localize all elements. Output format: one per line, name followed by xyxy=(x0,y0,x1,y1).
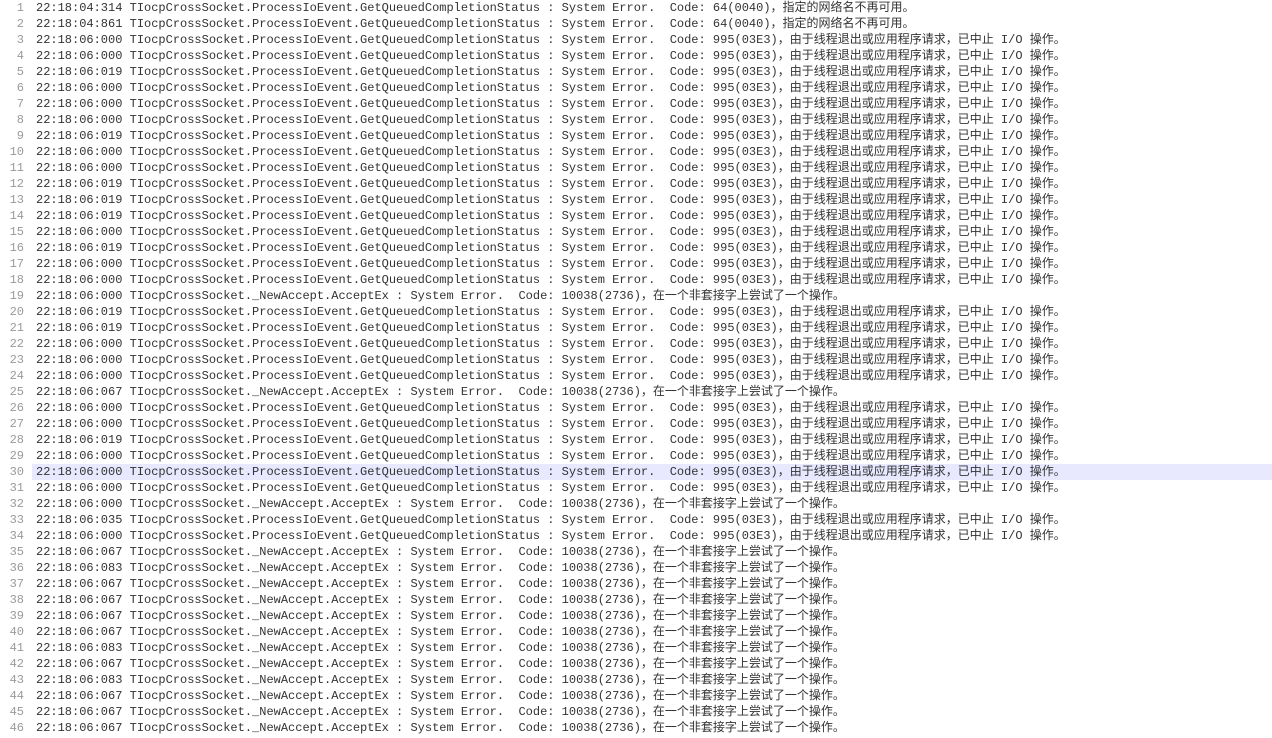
line-number: 17 xyxy=(4,256,24,272)
line-number: 4 xyxy=(4,48,24,64)
log-line[interactable]: 22:18:06:067 TIocpCrossSocket._NewAccept… xyxy=(32,704,1272,720)
log-line[interactable]: 22:18:06:019 TIocpCrossSocket.ProcessIoE… xyxy=(32,320,1272,336)
line-number: 6 xyxy=(4,80,24,96)
log-line[interactable]: 22:18:06:083 TIocpCrossSocket._NewAccept… xyxy=(32,640,1272,656)
log-line[interactable]: 22:18:06:067 TIocpCrossSocket._NewAccept… xyxy=(32,592,1272,608)
log-line[interactable]: 22:18:06:000 TIocpCrossSocket.ProcessIoE… xyxy=(32,160,1272,176)
log-line[interactable]: 22:18:06:019 TIocpCrossSocket.ProcessIoE… xyxy=(32,432,1272,448)
line-number: 5 xyxy=(4,64,24,80)
line-number: 16 xyxy=(4,240,24,256)
log-line[interactable]: 22:18:06:067 TIocpCrossSocket._NewAccept… xyxy=(32,576,1272,592)
line-number: 33 xyxy=(4,512,24,528)
line-number: 34 xyxy=(4,528,24,544)
line-number: 25 xyxy=(4,384,24,400)
log-line[interactable]: 22:18:06:035 TIocpCrossSocket.ProcessIoE… xyxy=(32,512,1272,528)
log-line[interactable]: 22:18:06:000 TIocpCrossSocket.ProcessIoE… xyxy=(32,480,1272,496)
log-line[interactable]: 22:18:06:000 TIocpCrossSocket.ProcessIoE… xyxy=(32,464,1272,480)
line-number: 39 xyxy=(4,608,24,624)
line-number-gutter: 1234567891011121314151617181920212223242… xyxy=(0,0,32,736)
log-line[interactable]: 22:18:06:000 TIocpCrossSocket.ProcessIoE… xyxy=(32,144,1272,160)
log-editor[interactable]: 1234567891011121314151617181920212223242… xyxy=(0,0,1272,736)
line-number: 28 xyxy=(4,432,24,448)
log-line[interactable]: 22:18:06:000 TIocpCrossSocket.ProcessIoE… xyxy=(32,400,1272,416)
log-line[interactable]: 22:18:06:000 TIocpCrossSocket.ProcessIoE… xyxy=(32,256,1272,272)
line-number: 29 xyxy=(4,448,24,464)
line-number: 30 xyxy=(4,464,24,480)
line-number: 43 xyxy=(4,672,24,688)
line-number: 32 xyxy=(4,496,24,512)
log-line[interactable]: 22:18:04:314 TIocpCrossSocket.ProcessIoE… xyxy=(32,0,1272,16)
line-number: 19 xyxy=(4,288,24,304)
line-number: 21 xyxy=(4,320,24,336)
line-number: 1 xyxy=(4,0,24,16)
log-line[interactable]: 22:18:06:019 TIocpCrossSocket.ProcessIoE… xyxy=(32,128,1272,144)
log-line[interactable]: 22:18:06:000 TIocpCrossSocket.ProcessIoE… xyxy=(32,368,1272,384)
line-number: 20 xyxy=(4,304,24,320)
log-line[interactable]: 22:18:06:000 TIocpCrossSocket._NewAccept… xyxy=(32,496,1272,512)
line-number: 45 xyxy=(4,704,24,720)
line-number: 13 xyxy=(4,192,24,208)
line-number: 22 xyxy=(4,336,24,352)
log-line[interactable]: 22:18:06:000 TIocpCrossSocket.ProcessIoE… xyxy=(32,224,1272,240)
log-line[interactable]: 22:18:06:019 TIocpCrossSocket.ProcessIoE… xyxy=(32,64,1272,80)
log-line[interactable]: 22:18:06:067 TIocpCrossSocket._NewAccept… xyxy=(32,608,1272,624)
log-line[interactable]: 22:18:06:067 TIocpCrossSocket._NewAccept… xyxy=(32,384,1272,400)
log-line[interactable]: 22:18:06:083 TIocpCrossSocket._NewAccept… xyxy=(32,560,1272,576)
line-number: 41 xyxy=(4,640,24,656)
line-number: 40 xyxy=(4,624,24,640)
line-number: 7 xyxy=(4,96,24,112)
log-line[interactable]: 22:18:06:067 TIocpCrossSocket._NewAccept… xyxy=(32,656,1272,672)
log-line[interactable]: 22:18:06:019 TIocpCrossSocket.ProcessIoE… xyxy=(32,192,1272,208)
line-number: 15 xyxy=(4,224,24,240)
log-line[interactable]: 22:18:06:019 TIocpCrossSocket.ProcessIoE… xyxy=(32,176,1272,192)
line-number: 37 xyxy=(4,576,24,592)
line-number: 23 xyxy=(4,352,24,368)
log-line[interactable]: 22:18:06:000 TIocpCrossSocket.ProcessIoE… xyxy=(32,48,1272,64)
log-line[interactable]: 22:18:06:000 TIocpCrossSocket.ProcessIoE… xyxy=(32,96,1272,112)
line-number: 3 xyxy=(4,32,24,48)
line-number: 10 xyxy=(4,144,24,160)
line-number: 31 xyxy=(4,480,24,496)
log-line[interactable]: 22:18:06:000 TIocpCrossSocket.ProcessIoE… xyxy=(32,112,1272,128)
log-line[interactable]: 22:18:06:000 TIocpCrossSocket._NewAccept… xyxy=(32,288,1272,304)
line-number: 2 xyxy=(4,16,24,32)
line-number: 46 xyxy=(4,720,24,736)
log-line[interactable]: 22:18:06:000 TIocpCrossSocket.ProcessIoE… xyxy=(32,272,1272,288)
line-number: 44 xyxy=(4,688,24,704)
log-line[interactable]: 22:18:06:019 TIocpCrossSocket.ProcessIoE… xyxy=(32,208,1272,224)
line-number: 18 xyxy=(4,272,24,288)
line-number: 38 xyxy=(4,592,24,608)
log-line[interactable]: 22:18:06:083 TIocpCrossSocket._NewAccept… xyxy=(32,672,1272,688)
line-number: 11 xyxy=(4,160,24,176)
line-number: 27 xyxy=(4,416,24,432)
line-number: 12 xyxy=(4,176,24,192)
line-number: 8 xyxy=(4,112,24,128)
log-line[interactable]: 22:18:06:000 TIocpCrossSocket.ProcessIoE… xyxy=(32,448,1272,464)
log-line[interactable]: 22:18:06:000 TIocpCrossSocket.ProcessIoE… xyxy=(32,416,1272,432)
log-line[interactable]: 22:18:06:067 TIocpCrossSocket._NewAccept… xyxy=(32,624,1272,640)
log-line[interactable]: 22:18:06:067 TIocpCrossSocket._NewAccept… xyxy=(32,720,1272,736)
log-line[interactable]: 22:18:04:861 TIocpCrossSocket.ProcessIoE… xyxy=(32,16,1272,32)
log-line[interactable]: 22:18:06:000 TIocpCrossSocket.ProcessIoE… xyxy=(32,336,1272,352)
log-lines-container[interactable]: 22:18:04:314 TIocpCrossSocket.ProcessIoE… xyxy=(32,0,1272,736)
line-number: 36 xyxy=(4,560,24,576)
log-line[interactable]: 22:18:06:067 TIocpCrossSocket._NewAccept… xyxy=(32,544,1272,560)
log-line[interactable]: 22:18:06:067 TIocpCrossSocket._NewAccept… xyxy=(32,688,1272,704)
line-number: 42 xyxy=(4,656,24,672)
log-line[interactable]: 22:18:06:000 TIocpCrossSocket.ProcessIoE… xyxy=(32,80,1272,96)
log-line[interactable]: 22:18:06:000 TIocpCrossSocket.ProcessIoE… xyxy=(32,32,1272,48)
line-number: 26 xyxy=(4,400,24,416)
line-number: 9 xyxy=(4,128,24,144)
line-number: 24 xyxy=(4,368,24,384)
line-number: 35 xyxy=(4,544,24,560)
log-line[interactable]: 22:18:06:019 TIocpCrossSocket.ProcessIoE… xyxy=(32,240,1272,256)
line-number: 14 xyxy=(4,208,24,224)
log-line[interactable]: 22:18:06:019 TIocpCrossSocket.ProcessIoE… xyxy=(32,304,1272,320)
log-line[interactable]: 22:18:06:000 TIocpCrossSocket.ProcessIoE… xyxy=(32,528,1272,544)
log-line[interactable]: 22:18:06:000 TIocpCrossSocket.ProcessIoE… xyxy=(32,352,1272,368)
